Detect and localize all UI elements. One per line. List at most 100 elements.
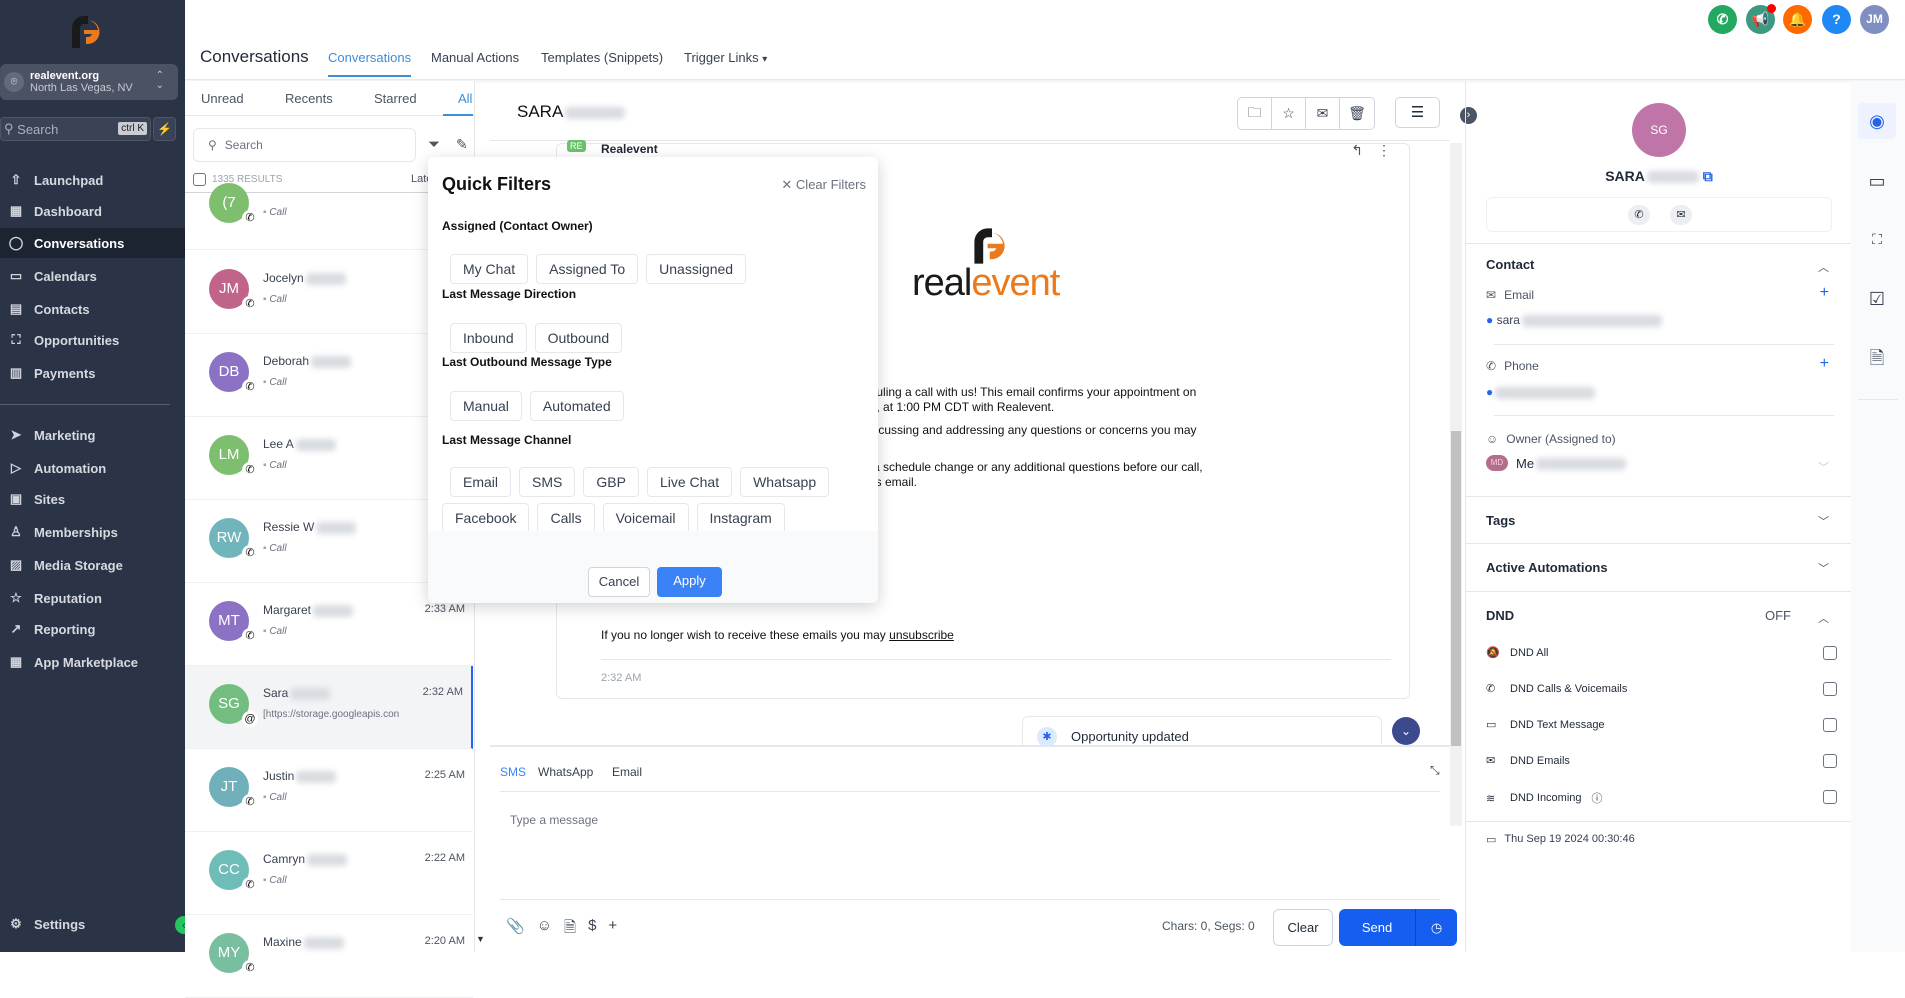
clear-filters-button[interactable]: ✕ Clear Filters: [781, 177, 866, 193]
chevron-up-icon[interactable]: ︿: [1818, 610, 1829, 626]
owner-select[interactable]: MD Me: [1486, 455, 1627, 471]
tab-starred[interactable]: Starred: [374, 91, 417, 106]
quick-action-bolt-icon[interactable]: ⚡: [153, 117, 176, 141]
phone-value[interactable]: ●: [1486, 385, 1596, 399]
plus-icon[interactable]: +: [608, 917, 617, 942]
external-link-icon[interactable]: ⧉: [1703, 168, 1713, 184]
conversation-list-item[interactable]: MY ✆ Maxine 2:20 AM: [185, 915, 473, 998]
minimize-icon[interactable]: ⤡: [1430, 763, 1440, 778]
bell-icon[interactable]: 🔔: [1783, 5, 1812, 34]
tab-trigger-links[interactable]: Trigger Links ▾: [684, 50, 767, 65]
scrollbar-thumb[interactable]: [1451, 431, 1461, 746]
sidebar-item-opportunities[interactable]: ⛶ Opportunities: [0, 325, 185, 355]
dnd-checkbox[interactable]: [1823, 754, 1837, 768]
filter-chip-sms[interactable]: SMS: [519, 467, 576, 497]
scroll-to-bottom-button[interactable]: ⌄: [1392, 717, 1420, 745]
user-avatar[interactable]: JM: [1860, 5, 1889, 34]
schedule-icon[interactable]: ◷: [1415, 909, 1457, 946]
filter-chip-live-chat[interactable]: Live Chat: [646, 467, 733, 497]
dollar-icon[interactable]: $: [588, 917, 596, 942]
add-phone-icon[interactable]: +: [1820, 355, 1829, 373]
info-icon[interactable]: ⓘ: [1592, 790, 1603, 806]
conversation-list-item[interactable]: CC ✆ Camryn 2:22 AM ▪ Call: [185, 832, 473, 915]
contact-section-header[interactable]: Contact: [1486, 257, 1534, 272]
send-button[interactable]: Send ◷: [1339, 909, 1457, 946]
filter-chip-instagram[interactable]: Instagram: [696, 503, 785, 533]
dnd-section-header[interactable]: DND: [1486, 608, 1514, 623]
phone-icon[interactable]: ✆: [1708, 5, 1737, 34]
sidebar-item-contacts[interactable]: ▤ Contacts: [0, 294, 185, 324]
conversation-list-item[interactable]: JT ✆ Justin 2:25 AM ▪ Call: [185, 749, 473, 832]
chevron-up-icon[interactable]: ︿: [1818, 259, 1829, 275]
composer-tab-whatsapp[interactable]: WhatsApp: [538, 765, 593, 779]
folder-icon[interactable]: 🗀: [1238, 98, 1272, 129]
sidebar-item-media-storage[interactable]: ▨ Media Storage: [0, 550, 185, 580]
filter-chip-outbound[interactable]: Outbound: [534, 323, 623, 353]
filter-chip-email[interactable]: Email: [450, 467, 512, 497]
filter-chip-calls[interactable]: Calls: [537, 503, 595, 533]
message-input[interactable]: Type a message: [510, 813, 598, 827]
calendar-icon[interactable]: ▭: [1858, 163, 1896, 199]
dnd-checkbox[interactable]: [1823, 790, 1837, 804]
tab-all[interactable]: All: [458, 91, 472, 106]
dnd-checkbox[interactable]: [1823, 718, 1837, 732]
composer-tab-sms[interactable]: SMS: [500, 765, 526, 779]
sidebar-item-reporting[interactable]: ↗ Reporting: [0, 614, 185, 644]
sidebar-item-payments[interactable]: ▥ Payments: [0, 358, 185, 388]
mail-icon[interactable]: ✉: [1670, 205, 1692, 225]
opportunities-icon[interactable]: ⛶: [1858, 221, 1896, 257]
sidebar-search[interactable]: ⚲ Search ctrl K: [0, 117, 151, 141]
location-switcher[interactable]: ⌾ realevent.org North Las Vegas, NV ⌃ ⌄: [0, 64, 178, 100]
conversation-list-item[interactable]: SG @ Sara 2:32 AM [https://storage.googleapi…: [185, 666, 473, 749]
email-value[interactable]: ● sara: [1486, 313, 1662, 327]
filter-chip-voicemail[interactable]: Voicemail: [602, 503, 689, 533]
tags-section-header[interactable]: Tags: [1486, 513, 1515, 528]
sidebar-item-automation[interactable]: ▷ Automation: [0, 453, 185, 483]
conversation-search-input[interactable]: ⚲ Search: [193, 128, 416, 162]
filter-chip-whatsapp[interactable]: Whatsapp: [740, 467, 830, 497]
sidebar-item-memberships[interactable]: ♙ Memberships: [0, 517, 185, 547]
reply-icon[interactable]: ↰: [1351, 142, 1363, 159]
filter-chip-assigned-to[interactable]: Assigned To: [536, 254, 639, 284]
select-all-checkbox[interactable]: [193, 173, 206, 186]
filter-chip-inbound[interactable]: Inbound: [450, 323, 527, 353]
tasks-icon[interactable]: ☑: [1858, 281, 1896, 317]
clear-button[interactable]: Clear: [1273, 909, 1333, 946]
trash-icon[interactable]: 🗑: [1340, 98, 1374, 129]
star-icon[interactable]: ☆: [1272, 98, 1306, 129]
filter-lines-icon[interactable]: ☰: [1395, 97, 1440, 128]
chevron-down-icon[interactable]: ﹀: [1818, 560, 1829, 576]
notes-icon[interactable]: 🗎: [1858, 340, 1896, 376]
tab-manual-actions[interactable]: Manual Actions: [431, 50, 519, 65]
attachment-icon[interactable]: 📎: [506, 917, 525, 942]
add-email-icon[interactable]: +: [1820, 284, 1829, 302]
tab-conversations[interactable]: Conversations: [328, 50, 412, 77]
mark-unread-icon[interactable]: ✉: [1306, 98, 1340, 129]
composer-tab-email[interactable]: Email: [612, 765, 642, 779]
sidebar-item-calendars[interactable]: ▭ Calendars: [0, 261, 185, 291]
dnd-checkbox[interactable]: [1823, 646, 1837, 660]
sidebar-item-launchpad[interactable]: ⇧ Launchpad: [0, 165, 185, 195]
phone-icon[interactable]: ✆: [1628, 205, 1650, 225]
unsubscribe-link[interactable]: unsubscribe: [889, 628, 954, 642]
filter-chip-automated[interactable]: Automated: [529, 391, 624, 421]
realevent-logo[interactable]: [68, 14, 108, 50]
sidebar-item-app-marketplace[interactable]: ▦ App Marketplace: [0, 647, 185, 677]
more-vertical-icon[interactable]: ⋮: [1377, 142, 1391, 159]
megaphone-icon[interactable]: 📢: [1746, 4, 1776, 34]
tab-templates[interactable]: Templates (Snippets): [541, 50, 663, 65]
filter-chip-unassigned[interactable]: Unassigned: [646, 254, 747, 284]
automations-section-header[interactable]: Active Automations: [1486, 560, 1608, 575]
sidebar-item-settings[interactable]: ⚙ Settings: [0, 909, 185, 939]
scroll-down-arrow[interactable]: ▼: [476, 934, 485, 944]
tab-recents[interactable]: Recents: [285, 91, 333, 106]
filter-chip-gbp[interactable]: GBP: [583, 467, 639, 497]
filter-chip-manual[interactable]: Manual: [450, 391, 522, 421]
filter-chip-my-chat[interactable]: My Chat: [450, 254, 529, 284]
emoji-icon[interactable]: ☺: [537, 917, 552, 942]
cancel-button[interactable]: Cancel: [588, 567, 650, 597]
tab-unread[interactable]: Unread: [201, 91, 244, 106]
filter-chip-facebook[interactable]: Facebook: [442, 503, 530, 533]
document-icon[interactable]: 🗎: [564, 917, 576, 942]
filter-icon[interactable]: ⏷: [428, 136, 440, 153]
